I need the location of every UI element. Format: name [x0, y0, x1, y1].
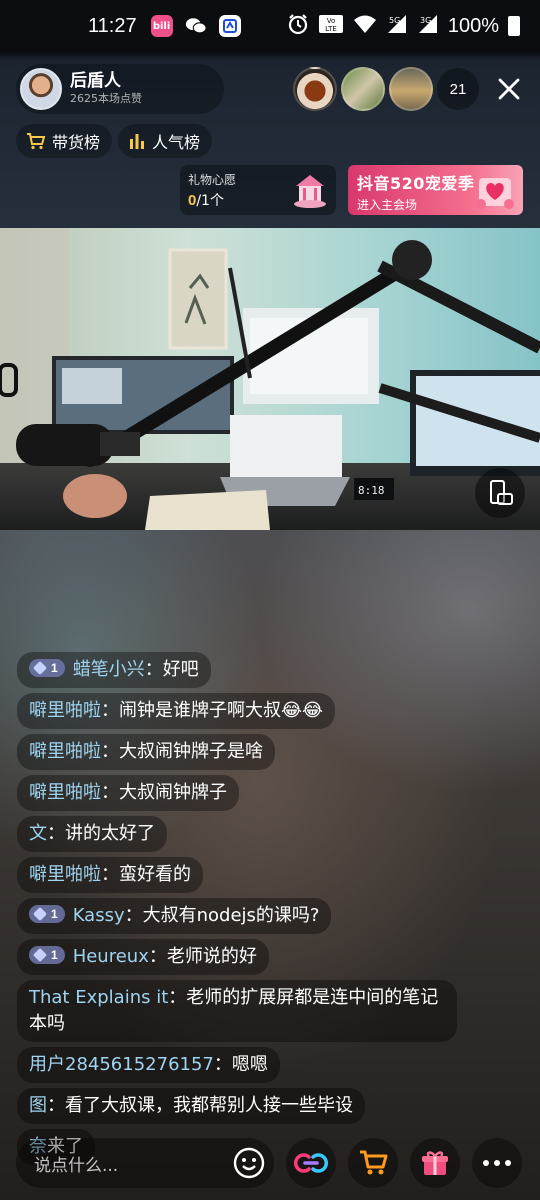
bilibili-app-icon: bili [150, 15, 173, 37]
volte-icon: Vo LTE [318, 14, 344, 39]
chat-username[interactable]: 图 [29, 1095, 47, 1116]
bar-chart-icon [130, 134, 144, 149]
svg-text:LTE: LTE [325, 25, 337, 33]
chat-text: 看了大叔课，我都帮别人接一些毕设 [65, 1095, 353, 1116]
live-video[interactable]: 8:18 [0, 228, 540, 530]
viewer-avatar-1[interactable] [293, 67, 337, 111]
chat-list[interactable]: 1 蜡笔小兴：好吧 噼里啪啦：闹钟是谁牌子啊大叔😂😂 噼里啪啦：大叔闹钟牌子是啥 … [17, 652, 467, 1170]
chat-text: 老师说的好 [166, 946, 257, 967]
chat-username[interactable]: 用户2845615276157 [29, 1054, 214, 1075]
gift-button[interactable] [410, 1138, 460, 1188]
app-notification-icon [218, 15, 241, 37]
rotate-screen-icon [490, 480, 513, 505]
chat-message: 噼里啪啦：闹钟是谁牌子啊大叔😂😂 [17, 693, 336, 729]
signal-3g-icon: 3G [417, 14, 439, 39]
chat-username[interactable]: 噼里啪啦 [29, 700, 101, 721]
chat-username[interactable]: Kassy [73, 905, 125, 926]
chat-message: 噼里啪啦：大叔闹钟牌子 [17, 775, 239, 811]
svg-text:5G: 5G [389, 16, 400, 25]
diamond-icon [32, 906, 48, 922]
chat-message: 文：讲的太好了 [17, 816, 167, 852]
popularity-rank-label: 人气榜 [152, 133, 201, 152]
chat-message: 1 Heureux：老师说的好 [17, 939, 269, 975]
chat-message: 噼里啪啦：蛮好看的 [17, 857, 203, 893]
host-likes: 2625本场点赞 [70, 92, 142, 105]
fan-level-badge: 1 [29, 905, 65, 923]
wechat-icon [185, 15, 207, 37]
chat-username[interactable]: That Explains it [29, 987, 168, 1008]
rotate-screen-button[interactable] [475, 468, 525, 518]
chat-username[interactable]: 蜡笔小兴 [73, 659, 145, 680]
viewer-count[interactable]: 21 [437, 68, 479, 110]
battery-icon [508, 16, 520, 36]
chat-username[interactable]: 文 [29, 823, 47, 844]
wifi-icon [353, 14, 377, 39]
diamond-icon [32, 660, 48, 676]
chat-username[interactable]: 噼里啪啦 [29, 741, 101, 762]
chat-text: 嗯嗯 [231, 1054, 268, 1075]
chat-text: 大叔有nodejs的课吗? [142, 905, 320, 926]
promo-banner[interactable]: 抖音520宠爱季 进入主会场 [348, 165, 523, 215]
chat-text: 闹钟是谁牌子啊大叔😂😂 [119, 700, 324, 721]
popularity-rank-button[interactable]: 人气榜 [118, 124, 213, 158]
live-video-frame: 8:18 [0, 228, 540, 530]
svg-text:Vo: Vo [327, 17, 336, 25]
chat-message: 用户2845615276157：嗯嗯 [17, 1047, 280, 1083]
comment-input[interactable]: 说点什么... [16, 1138, 274, 1188]
shopping-cart-icon [360, 1150, 388, 1175]
link-mic-button[interactable] [286, 1138, 336, 1188]
shopping-cart-button[interactable] [348, 1138, 398, 1188]
chat-username[interactable]: 噼里啪啦 [29, 782, 101, 803]
host-name: 后盾人 [70, 71, 121, 91]
fan-level-badge: 1 [29, 946, 65, 964]
chat-text: 大叔闹钟牌子是啥 [119, 741, 263, 762]
close-button[interactable] [492, 72, 526, 106]
chat-text: 好吧 [162, 659, 199, 680]
chat-text: 讲的太好了 [65, 823, 155, 844]
diamond-icon [32, 947, 48, 963]
cart-icon [27, 133, 46, 150]
sales-rank-button[interactable]: 带货榜 [16, 124, 113, 158]
chat-message: 1 蜡笔小兴：好吧 [17, 652, 211, 688]
chat-message: That Explains it：老师的扩展屏都是连中间的笔记本吗 [17, 980, 457, 1042]
gift-wish-card[interactable]: 礼物心愿 0/1个 [180, 165, 336, 215]
viewer-avatar-3[interactable] [389, 67, 433, 111]
emoji-icon[interactable] [232, 1146, 266, 1180]
fan-level-badge: 1 [29, 659, 65, 677]
link-icon [293, 1153, 329, 1173]
chat-message: 1 Kassy：大叔有nodejs的课吗? [17, 898, 332, 934]
svg-text:3G: 3G [420, 16, 431, 25]
chat-username[interactable]: 噼里啪啦 [29, 864, 101, 885]
host-avatar[interactable] [20, 68, 62, 110]
chat-username[interactable]: Heureux [73, 946, 149, 967]
status-bar: 11:27 bili Vo LTE 5G 3G 100% [0, 0, 540, 52]
chat-text: 蛮好看的 [119, 864, 191, 885]
sales-rank-label: 带货榜 [52, 133, 101, 152]
chat-message: 图：看了大叔课，我都帮别人接一些毕设 [17, 1088, 365, 1124]
close-icon [498, 78, 520, 100]
gift-icon [422, 1151, 448, 1175]
battery-percent: 100% [447, 14, 499, 37]
gift-box-heart-icon [476, 178, 514, 209]
host-card[interactable]: 后盾人 2625本场点赞 [16, 64, 224, 114]
more-button[interactable] [472, 1138, 522, 1188]
chat-message: 噼里啪啦：大叔闹钟牌子是啥 [17, 734, 275, 770]
chat-text: 大叔闹钟牌子 [119, 782, 227, 803]
viewer-avatar-2[interactable] [341, 67, 385, 111]
svg-text:8:18: 8:18 [358, 484, 385, 497]
status-time: 11:27 [88, 14, 137, 37]
more-dots-icon [483, 1160, 511, 1166]
comment-placeholder: 说点什么... [34, 1155, 119, 1176]
carousel-gift-icon [294, 175, 326, 208]
alarm-icon [287, 13, 309, 40]
signal-5g-icon: 5G [386, 14, 408, 39]
